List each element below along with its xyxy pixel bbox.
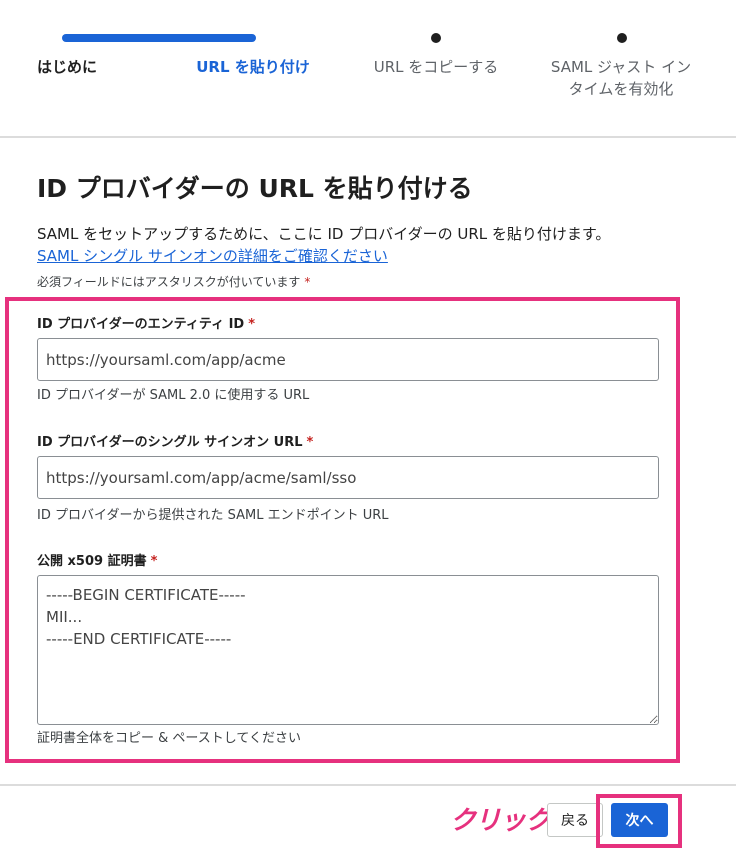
entity-id-label-text: ID プロバイダーのエンティティ ID — [37, 317, 245, 332]
next-button[interactable]: 次へ — [611, 803, 668, 837]
certificate-hint: 証明書全体をコピー & ペーストしてください — [37, 731, 301, 746]
certificate-label-text: 公開 x509 証明書 — [37, 554, 147, 569]
step-3-dot-icon — [431, 33, 441, 43]
step-3-label: URL をコピーする — [373, 58, 499, 76]
sso-url-hint: ID プロバイダーから提供された SAML エンドポイント URL — [37, 508, 389, 523]
page-title: ID プロバイダーの URL を貼り付ける — [37, 174, 473, 203]
entity-id-hint: ID プロバイダーが SAML 2.0 に使用する URL — [37, 388, 310, 403]
required-note-text: 必須フィールドにはアスタリスクが付いています — [37, 275, 301, 289]
step-4-dot-icon — [617, 33, 627, 43]
sso-url-label-text: ID プロバイダーのシングル サインオン URL — [37, 435, 303, 450]
click-annotation: クリック — [450, 806, 551, 836]
entity-id-label: ID プロバイダーのエンティティ ID * — [37, 316, 255, 334]
required-fields-note: 必須フィールドにはアスタリスクが付いています * — [37, 273, 310, 291]
saml-help-link[interactable]: SAML シングル サインオンの詳細をご確認ください — [37, 245, 388, 267]
entity-id-input[interactable] — [37, 338, 659, 381]
certificate-label: 公開 x509 証明書 * — [37, 553, 157, 571]
step-2-label: URL を貼り付け — [196, 58, 310, 76]
step-4-label: SAML ジャスト イン タイムを有効化 — [550, 58, 692, 98]
setup-stepper: はじめに URL を貼り付け URL をコピーする SAML ジャスト イン タ… — [0, 0, 736, 137]
certificate-textarea[interactable]: -----BEGIN CERTIFICATE----- MII... -----… — [37, 575, 659, 725]
sso-url-required-star: * — [306, 435, 314, 450]
sso-url-input[interactable] — [37, 456, 659, 499]
required-star: * — [304, 275, 311, 289]
sso-url-label: ID プロバイダーのシングル サインオン URL * — [37, 434, 313, 452]
page-description: SAML をセットアップするために、ここに ID プロバイダーの URL を貼り… — [37, 225, 611, 243]
step-progress-bar — [62, 34, 256, 42]
entity-id-required-star: * — [248, 317, 256, 332]
footer-divider — [0, 784, 736, 786]
back-button[interactable]: 戻る — [547, 803, 603, 837]
certificate-required-star: * — [150, 554, 158, 569]
step-1-label: はじめに — [37, 58, 98, 76]
stepper-divider — [0, 136, 736, 138]
